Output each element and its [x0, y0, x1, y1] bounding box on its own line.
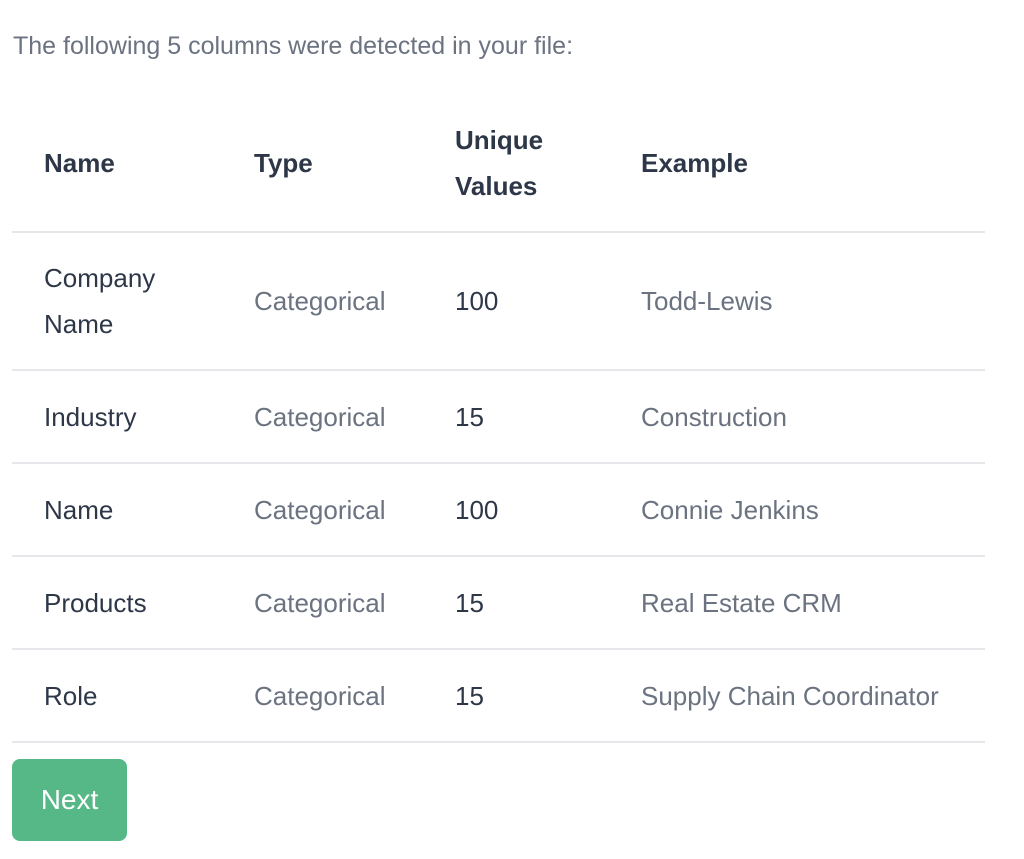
cell-type: Categorical — [222, 370, 423, 464]
table-row: Name Categorical 100 Connie Jenkins — [12, 463, 985, 557]
cell-unique-values: 100 — [423, 232, 609, 371]
cell-type: Categorical — [222, 649, 423, 743]
cell-unique-values: 15 — [423, 370, 609, 464]
table-row: Role Categorical 15 Supply Chain Coordin… — [12, 649, 985, 743]
cell-name: Products — [12, 556, 222, 650]
cell-type: Categorical — [222, 463, 423, 557]
cell-type: Categorical — [222, 556, 423, 650]
next-button[interactable]: Next — [12, 759, 127, 841]
cell-example: Construction — [609, 370, 985, 464]
header-type: Type — [222, 95, 423, 233]
table-row: Products Categorical 15 Real Estate CRM — [12, 556, 985, 650]
header-name: Name — [12, 95, 222, 233]
cell-unique-values: 100 — [423, 463, 609, 557]
cell-name: Company Name — [12, 232, 222, 371]
table-row: Industry Categorical 15 Construction — [12, 370, 985, 464]
cell-type: Categorical — [222, 232, 423, 371]
cell-example: Todd-Lewis — [609, 232, 985, 371]
header-example: Example — [609, 95, 985, 233]
cell-name: Name — [12, 463, 222, 557]
intro-text: The following 5 columns were detected in… — [13, 32, 574, 60]
table-row: Company Name Categorical 100 Todd-Lewis — [12, 232, 985, 371]
cell-name: Role — [12, 649, 222, 743]
header-unique-values: Unique Values — [423, 95, 609, 233]
table-body: Company Name Categorical 100 Todd-Lewis … — [12, 232, 985, 743]
cell-example: Connie Jenkins — [609, 463, 985, 557]
cell-name: Industry — [12, 370, 222, 464]
table-header: Name Type Unique Values Example — [12, 95, 985, 233]
cell-example: Supply Chain Coordinator — [609, 649, 985, 743]
detected-columns-table: Name Type Unique Values Example Company … — [12, 95, 985, 743]
cell-unique-values: 15 — [423, 556, 609, 650]
cell-unique-values: 15 — [423, 649, 609, 743]
table-header-row: Name Type Unique Values Example — [12, 95, 985, 233]
cell-example: Real Estate CRM — [609, 556, 985, 650]
